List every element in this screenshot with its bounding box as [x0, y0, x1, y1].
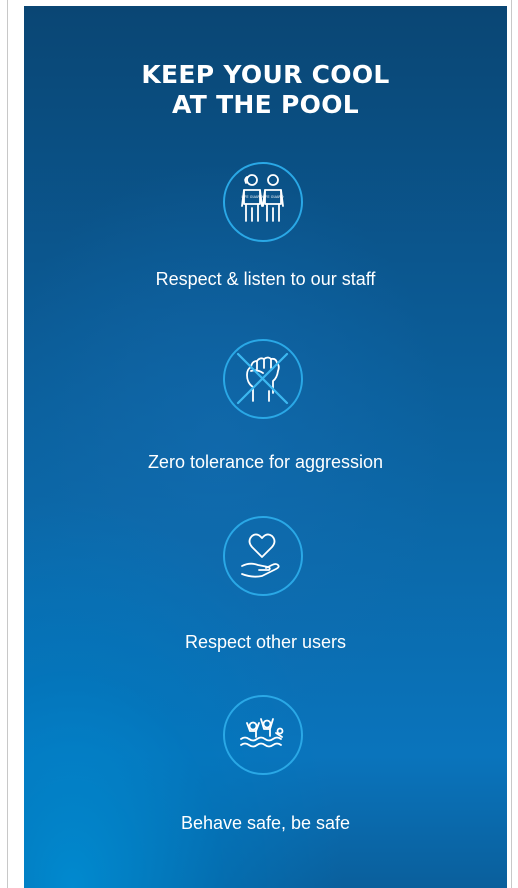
rule-label-aggression: Zero tolerance for aggression — [147, 452, 384, 472]
rule-label-staff: Respect & listen to our staff — [155, 269, 376, 289]
lifeguard-staff-icon: LIFE GUARD LIFE GUARD — [223, 162, 303, 242]
lifeguard-badge-left: LIFE GUARD — [241, 195, 262, 199]
lifeguard-badge-right: LIFE GUARD — [262, 195, 283, 199]
pool-rules-poster: KEEP YOUR COOL AT THE POOL LIFE GUARD LI… — [24, 6, 507, 888]
poster-title-line-2: AT THE POOL — [172, 90, 359, 119]
no-aggression-fist-icon — [223, 339, 303, 419]
rule-label-users: Respect other users — [184, 632, 347, 652]
rule-label-safe: Behave safe, be safe — [180, 813, 351, 833]
swimmers-icon — [223, 695, 303, 775]
page-frame: KEEP YOUR COOL AT THE POOL LIFE GUARD LI… — [7, 0, 512, 888]
heart-in-hand-icon — [223, 516, 303, 596]
poster-title-line-1: KEEP YOUR COOL — [141, 60, 390, 89]
